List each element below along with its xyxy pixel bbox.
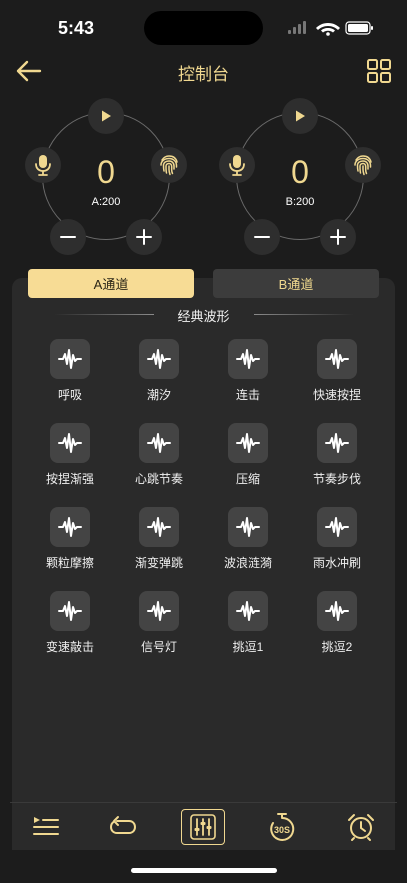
channel-a-value: 0 [97,154,115,190]
waveform-label: 挑逗1 [232,640,264,654]
waveform-label: 快速按捏 [312,388,361,402]
waveform-icon [317,339,357,379]
status-time: 5:43 [58,18,95,38]
waveform-item[interactable]: 信号灯 [119,591,199,661]
loop-icon [109,816,137,834]
waveform-item[interactable]: 呼吸 [30,339,110,409]
channel-a-play-button[interactable] [88,98,124,134]
waveform-icon [317,507,357,547]
waveform-icon [228,339,268,379]
channel-a-decrease-button[interactable] [50,219,86,255]
status-icons [288,21,373,36]
waveform-icon [228,423,268,463]
channel-b-play-button[interactable] [282,98,318,134]
tab-channel-a[interactable]: A通道 [28,269,194,298]
dynamic-island [144,11,263,45]
waveform-icon [50,507,90,547]
waveform-icon [317,591,357,631]
play-icon [102,110,111,122]
waveform-item[interactable]: 压缩 [208,423,288,493]
playlist-button[interactable] [24,809,68,845]
waveform-label: 波浪涟漪 [223,556,272,570]
timer-30s-button[interactable]: 30S [260,809,304,845]
sliders-icon [190,814,216,840]
waveform-item[interactable]: 连击 [208,339,288,409]
channel-b-dial: 0 B:200 [219,98,381,255]
playlist-icon [33,817,59,835]
page-title: 控制台 [178,65,229,84]
section-title: 经典波形 [177,309,230,324]
waveform-item[interactable]: 挑逗1 [208,591,288,661]
tab-channel-b[interactable]: B通道 [213,269,379,298]
waveform-label: 节奏步伐 [312,472,361,486]
channel-a-limit: A:200 [91,196,121,208]
waveform-label: 渐变弹跳 [134,556,183,570]
signal-icon [288,21,306,34]
status-bar: 5:43 [0,0,407,52]
mixer-button[interactable] [181,809,225,845]
channel-b-limit: B:200 [285,196,315,208]
waveform-icon [228,507,268,547]
waveform-icon [317,423,357,463]
channel-b-decrease-button[interactable] [244,219,280,255]
bottom-toolbar: 30S [10,802,397,850]
waveform-item[interactable]: 快速按捏 [297,339,377,409]
waveform-item[interactable]: 节奏步伐 [297,423,377,493]
channel-a-increase-button[interactable] [126,219,162,255]
waveform-icon [139,339,179,379]
waveform-label: 变速敲击 [45,640,94,654]
waveform-item[interactable]: 波浪涟漪 [208,507,288,577]
channel-a-dial: 0 A:200 [25,98,187,255]
loop-button[interactable] [101,809,145,845]
alarm-button[interactable] [339,809,383,845]
waveform-label: 挑逗2 [321,640,353,654]
waveform-icon [50,339,90,379]
waveform-label: 颗粒摩擦 [45,556,94,570]
waveform-label: 心跳节奏 [134,472,183,486]
waveform-icon [139,591,179,631]
waveform-item[interactable]: 雨水冲刷 [297,507,377,577]
grid-menu-button[interactable] [366,58,392,84]
play-icon [296,110,305,122]
alarm-clock-icon [348,814,374,841]
waveform-label: 连击 [235,388,260,402]
home-indicator [131,868,277,873]
waveform-label: 压缩 [235,472,260,486]
timer-30s-icon: 30S [270,813,295,841]
channel-b-value: 0 [291,154,309,190]
waveform-icon [139,507,179,547]
timer-label: 30S [274,825,290,835]
waveform-item[interactable]: 变速敲击 [30,591,110,661]
waveform-item[interactable]: 颗粒摩擦 [30,507,110,577]
waveform-icon [50,591,90,631]
waveform-item[interactable]: 心跳节奏 [119,423,199,493]
waveform-item[interactable]: 渐变弹跳 [119,507,199,577]
waveform-label: 呼吸 [57,388,82,402]
nav-bar: 控制台 [0,52,407,92]
waveform-label: 按捏渐强 [45,472,94,486]
waveform-label: 雨水冲刷 [312,556,361,570]
section-divider-right [254,314,354,315]
waveform-label: 潮汐 [146,388,171,402]
waveform-label: 信号灯 [140,640,177,654]
battery-icon [345,21,373,35]
plus-icon [136,229,152,245]
waveform-icon [139,423,179,463]
waveform-icon [50,423,90,463]
wifi-icon [316,23,340,36]
waveform-icon [228,591,268,631]
channel-b-increase-button[interactable] [320,219,356,255]
minus-icon [60,236,76,238]
minus-icon [254,236,270,238]
plus-icon [330,229,346,245]
grid-icon [367,59,391,83]
waveform-item[interactable]: 潮汐 [119,339,199,409]
waveform-item[interactable]: 挑逗2 [297,591,377,661]
waveform-item[interactable]: 按捏渐强 [30,423,110,493]
